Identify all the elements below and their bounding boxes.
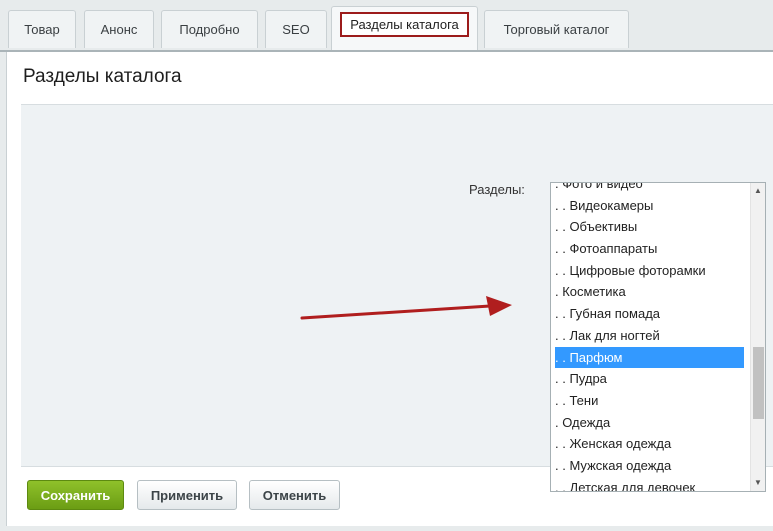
list-item[interactable]: . . Мужская одежда [551, 455, 749, 477]
list-item[interactable]: . . Фотоаппараты [551, 238, 749, 260]
sections-label: Разделы: [469, 182, 525, 197]
tab-label: Товар [24, 22, 60, 37]
tab-label: SEO [282, 22, 310, 37]
list-item[interactable]: . Одежда [551, 412, 749, 434]
list-item[interactable]: . . Видеокамеры [551, 195, 749, 217]
apply-button[interactable]: Применить [137, 480, 237, 510]
list-item[interactable]: . . Тени [551, 390, 749, 412]
content-area: Разделы: . Фото и видео. . Видеокамеры. … [21, 104, 773, 492]
page-title: Разделы каталога [23, 66, 182, 87]
scroll-down-arrow-icon[interactable]: ▼ [751, 476, 765, 490]
list-item[interactable]: . Фото и видео [551, 183, 749, 195]
tab-details[interactable]: Подробно [161, 10, 258, 48]
annotation-arrow-icon [300, 296, 512, 320]
sections-listbox[interactable]: . Фото и видео. . Видеокамеры. . Объекти… [550, 182, 766, 492]
list-item[interactable]: . . Парфюм [555, 346, 744, 369]
tab-bar: Товар Анонс Подробно SEO Разделы каталог… [0, 0, 773, 52]
list-scrollbar[interactable]: ▲ ▼ [750, 183, 765, 491]
tab-product[interactable]: Товар [8, 10, 76, 48]
scroll-thumb[interactable] [753, 347, 764, 419]
sections-list-items: . Фото и видео. . Видеокамеры. . Объекти… [551, 183, 749, 491]
save-button[interactable]: Сохранить [27, 480, 124, 510]
list-item[interactable]: . . Цифровые фоторамки [551, 260, 749, 282]
list-item[interactable]: . . Объективы [551, 216, 749, 238]
cancel-button[interactable]: Отменить [249, 480, 340, 510]
tab-seo[interactable]: SEO [265, 10, 327, 48]
scroll-up-arrow-icon[interactable]: ▲ [751, 184, 765, 198]
tab-trade-catalog[interactable]: Торговый каталог [484, 10, 629, 48]
list-item[interactable]: . Косметика [551, 281, 749, 303]
tab-label: Подробно [179, 22, 240, 37]
tab-announcement[interactable]: Анонс [84, 10, 154, 48]
tab-label: Торговый каталог [503, 22, 610, 37]
list-item[interactable]: . . Лак для ногтей [551, 325, 749, 347]
list-item[interactable]: . . Пудра [551, 368, 749, 390]
list-item[interactable]: . . Губная помада [551, 303, 749, 325]
list-item[interactable]: . . Детская для девочек [551, 477, 749, 491]
main-panel: Разделы каталога Разделы: . Фото и видео… [6, 52, 773, 526]
tab-label: Анонс [100, 22, 138, 37]
tab-label: Разделы каталога [340, 12, 469, 37]
tab-catalog-sections[interactable]: Разделы каталога [331, 6, 478, 52]
list-item[interactable]: . . Женская одежда [551, 433, 749, 455]
